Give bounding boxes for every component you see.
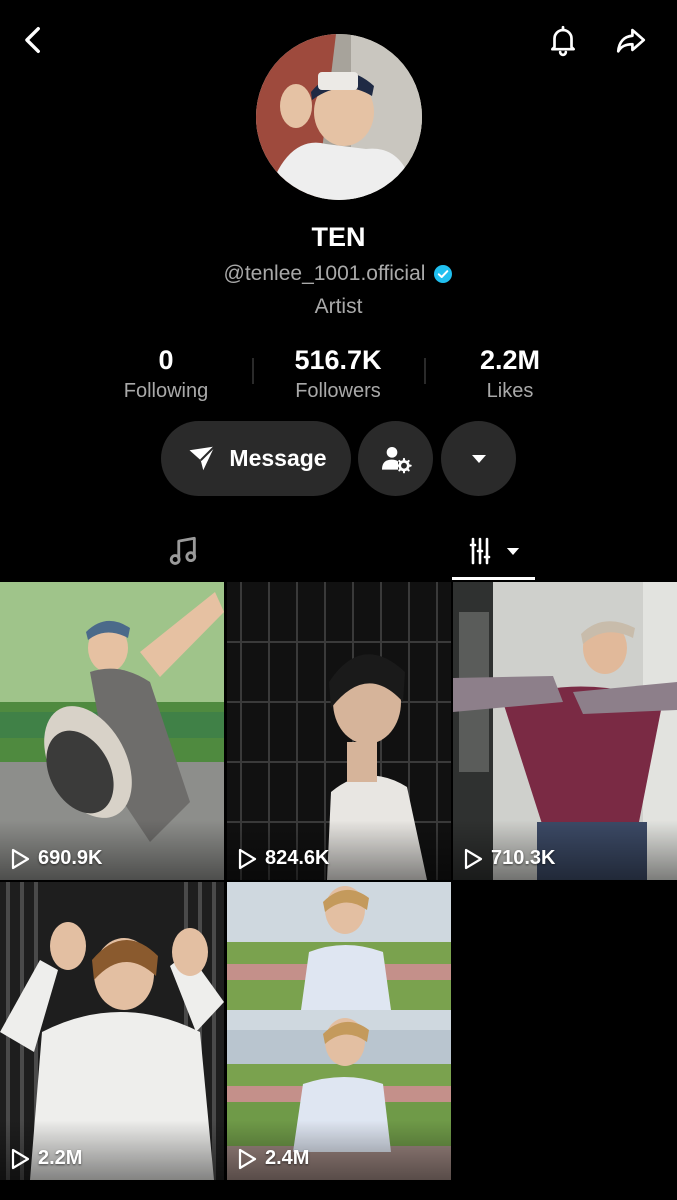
tab-music[interactable]: [141, 522, 224, 580]
stat-followers[interactable]: 516.7K Followers: [253, 345, 423, 403]
video-thumbnail[interactable]: 2.4M: [227, 882, 451, 1180]
caret-down-icon: [471, 454, 486, 463]
paper-plane-icon: [189, 445, 216, 470]
stat-following[interactable]: 0 Following: [81, 345, 251, 403]
back-button[interactable]: [12, 18, 56, 62]
share-arrow-icon: [616, 28, 646, 53]
handle-row: @tenlee_1001.official: [0, 262, 677, 286]
stat-likes[interactable]: 2.2M Likes: [425, 345, 595, 403]
play-icon: [238, 848, 257, 869]
video-thumbnail[interactable]: 710.3K: [453, 582, 677, 880]
following-count: 0: [158, 345, 174, 375]
profile-handle: @tenlee_1001.official: [223, 262, 426, 285]
more-options-button[interactable]: [441, 421, 516, 496]
notifications-button[interactable]: [541, 18, 585, 62]
active-tab-indicator: [452, 577, 535, 580]
play-icon: [11, 848, 30, 869]
profile-name: TEN: [311, 222, 366, 252]
caret-down-icon: [506, 547, 519, 555]
message-label: Message: [229, 445, 327, 471]
music-note-icon: [169, 536, 196, 565]
view-count: 690.9K: [10, 847, 103, 870]
view-count-text: 2.2M: [38, 1147, 83, 1169]
view-count: 824.6K: [237, 847, 330, 870]
play-icon: [238, 1148, 257, 1169]
followers-count: 516.7K: [294, 345, 382, 375]
video-thumbnail[interactable]: 2.2M: [0, 882, 224, 1180]
view-count: 2.4M: [237, 1147, 309, 1170]
view-count-text: 2.4M: [265, 1147, 310, 1169]
share-button[interactable]: [609, 18, 653, 62]
avatar[interactable]: [256, 34, 422, 200]
view-count-text: 710.3K: [491, 847, 556, 869]
bell-icon: [551, 25, 575, 57]
view-count-text: 690.9K: [38, 847, 103, 869]
likes-label: Likes: [486, 380, 534, 402]
likes-count: 2.2M: [479, 345, 541, 375]
view-count: 710.3K: [463, 847, 556, 870]
message-button[interactable]: Message: [161, 421, 351, 496]
view-count: 2.2M: [10, 1147, 82, 1170]
play-icon: [11, 1148, 30, 1169]
view-count-text: 824.6K: [265, 847, 330, 869]
tab-videos[interactable]: [452, 522, 535, 580]
add-friend-button[interactable]: [358, 421, 433, 496]
chevron-left-icon: [25, 26, 40, 54]
grid-bars-icon: [469, 537, 490, 565]
user-gear-icon: [381, 446, 412, 473]
verified-badge-icon: [434, 265, 453, 283]
following-label: Following: [123, 380, 209, 402]
profile-bio: Artist: [314, 295, 363, 318]
video-thumbnail[interactable]: 824.6K: [227, 582, 451, 880]
play-icon: [464, 848, 483, 869]
avatar-image: [256, 34, 422, 200]
followers-label: Followers: [295, 380, 381, 402]
video-thumbnail[interactable]: 690.9K: [0, 582, 224, 880]
